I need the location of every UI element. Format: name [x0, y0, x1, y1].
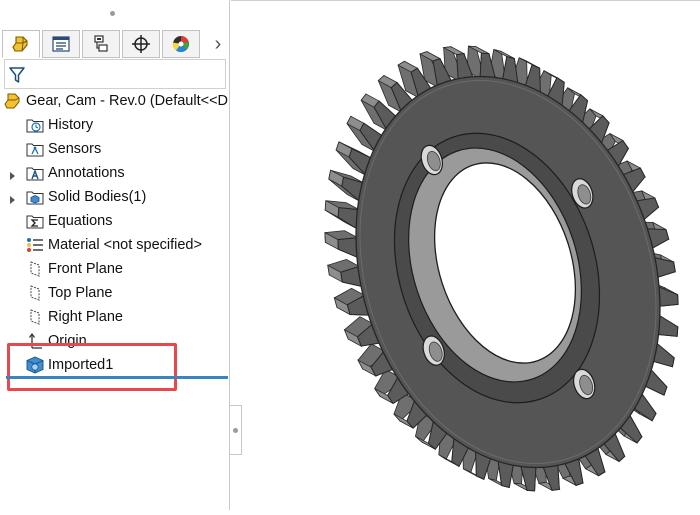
manager-tab-strip: ›: [2, 30, 228, 58]
propertymanager-icon: [51, 35, 71, 53]
tree-item-annotations[interactable]: Annotations: [26, 162, 125, 184]
configurationmanager-icon: [91, 34, 111, 54]
tree-item-equations[interactable]: Equations: [26, 210, 113, 232]
rollback-bar[interactable]: [6, 376, 228, 379]
tree-item-material[interactable]: Material <not specified>: [26, 234, 202, 256]
plane-icon: [26, 260, 44, 278]
tab-dimxpertmanager[interactable]: [122, 30, 160, 58]
plane-icon: [26, 308, 44, 326]
tab-featuremanager[interactable]: [2, 30, 40, 58]
expand-arrow-annotations[interactable]: [9, 168, 17, 180]
expand-arrow-solid-bodies[interactable]: [9, 192, 17, 204]
panel-grip-handle[interactable]: [110, 11, 115, 16]
sensors-folder-icon: [26, 140, 44, 158]
part-icon: [4, 92, 22, 110]
tab-propertymanager[interactable]: [42, 30, 80, 58]
more-tabs-button[interactable]: ›: [208, 30, 228, 58]
history-folder-icon: [26, 116, 44, 134]
tab-displaymanager[interactable]: [162, 30, 200, 58]
chevron-right-icon: ›: [214, 33, 222, 55]
tree-filter-input[interactable]: [4, 59, 226, 89]
gear-3d-model[interactable]: [231, 1, 700, 510]
tree-item-history[interactable]: History: [26, 114, 93, 136]
tree-item-front-plane[interactable]: Front Plane: [26, 258, 123, 280]
equations-folder-icon: [26, 212, 44, 230]
tree-root-label: Gear, Cam - Rev.0 (Default<<D: [26, 93, 229, 109]
tree-item-sensors[interactable]: Sensors: [26, 138, 101, 160]
highlight-annotation-box: [7, 343, 177, 391]
crosshair-icon: [131, 34, 151, 54]
tree-root-part[interactable]: Gear, Cam - Rev.0 (Default<<D: [4, 90, 228, 112]
annotations-folder-icon: [26, 164, 44, 182]
gear-tooth-face: [337, 237, 360, 259]
tree-item-solid-bodies[interactable]: Solid Bodies(1): [26, 186, 146, 208]
tree-item-top-plane[interactable]: Top Plane: [26, 282, 113, 304]
feature-manager-panel: › Gear, Cam - Rev.0 (Default<<D History …: [0, 0, 230, 510]
display-manager-icon: [171, 34, 191, 54]
material-icon: [26, 236, 44, 254]
filter-icon[interactable]: [8, 65, 26, 90]
plane-icon: [26, 284, 44, 302]
tab-configurationmanager[interactable]: [82, 30, 120, 58]
solid-bodies-folder-icon: [26, 188, 44, 206]
featuremanager-tree-icon: [10, 34, 32, 54]
tree-item-right-plane[interactable]: Right Plane: [26, 306, 123, 328]
graphics-viewport[interactable]: [231, 1, 700, 510]
